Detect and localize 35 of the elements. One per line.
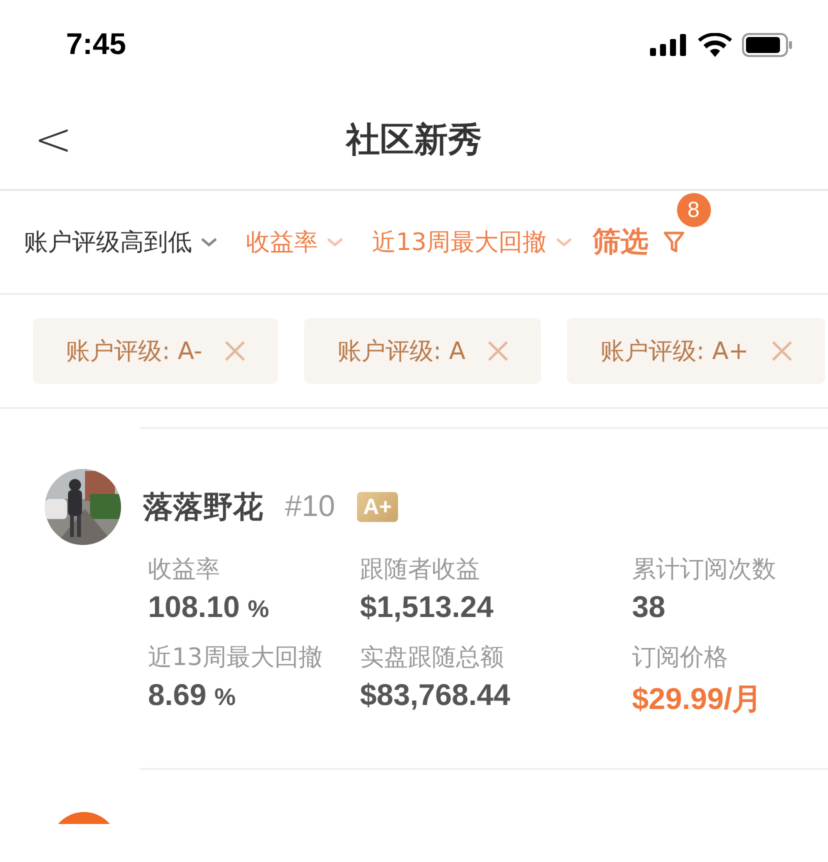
sort-dropdown[interactable]: 近13周最大回撤 (372, 226, 573, 258)
stat-label: 近13周最大回撤 (148, 642, 324, 673)
filter-chip[interactable]: 账户评级: A+ (567, 318, 825, 384)
stat-value: $1,513.24 (360, 591, 494, 625)
chevron-icon (200, 237, 218, 247)
page-title: 社区新秀 (346, 118, 482, 162)
back-button[interactable]: < (34, 112, 73, 166)
filter-chip[interactable]: 账户评级: A- (33, 318, 278, 384)
sort-dropdown[interactable]: 账户评级高到低 (24, 226, 218, 258)
trader-name: 落落野花 (143, 488, 263, 526)
stat-value: $29.99/月 (632, 682, 764, 718)
count-badge: 8 (676, 193, 711, 227)
stat-label: 实盘跟随总额 (360, 642, 505, 673)
close-icon[interactable] (770, 340, 793, 362)
stat-label: 收益率 (148, 554, 221, 585)
stat-value: 38 (632, 591, 666, 625)
signal-icon (650, 34, 688, 56)
wifi-icon (698, 33, 732, 57)
stat-value: 8.69 % (148, 679, 237, 713)
grade-badge: A+ (357, 492, 398, 522)
rank-label: #10 (285, 490, 336, 524)
stat-label: 订阅价格 (632, 642, 729, 673)
stat-label: 累计订阅次数 (632, 554, 777, 585)
close-icon[interactable] (487, 340, 510, 362)
clock: 7:45 (66, 28, 126, 62)
stat-label: 跟随者收益 (360, 554, 481, 585)
chevron-icon (554, 237, 573, 247)
filter-chip[interactable]: 账户评级: A (304, 318, 542, 384)
stat-value: 108.10 % (148, 591, 270, 625)
chevron-icon (326, 237, 344, 247)
sort-dropdown[interactable]: 收益率 (246, 226, 344, 258)
stat-value: $83,768.44 (360, 679, 512, 713)
battery-icon (742, 33, 794, 57)
filter-icon (662, 230, 685, 254)
close-icon[interactable] (224, 340, 246, 362)
